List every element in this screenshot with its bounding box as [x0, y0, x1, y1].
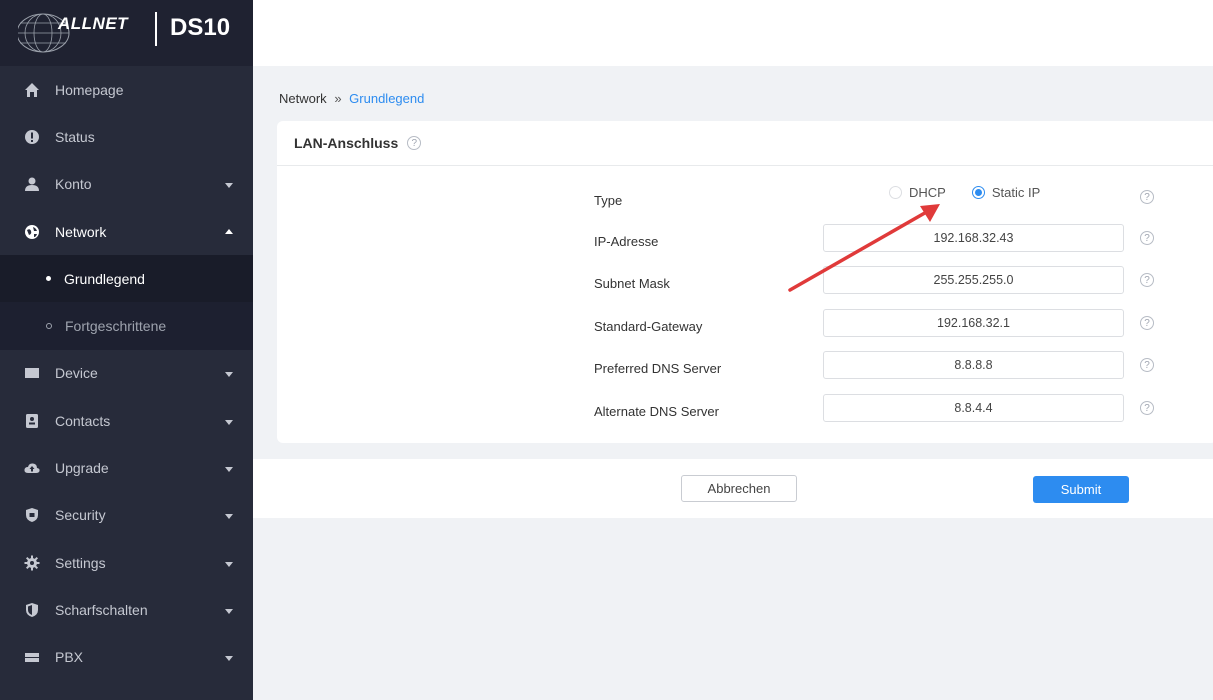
- radio-circle[interactable]: [889, 186, 902, 199]
- preferred-dns-input[interactable]: [823, 351, 1124, 379]
- contacts-icon: [24, 413, 40, 429]
- action-bar: Abbrechen Submit: [253, 459, 1213, 518]
- gateway-input[interactable]: [823, 309, 1124, 337]
- sidebar-subitem-fortgeschrittene[interactable]: Fortgeschrittene: [0, 302, 253, 350]
- form-row-subnet: Subnet Mask ?: [277, 264, 1213, 304]
- sidebar-item-settings[interactable]: Settings: [0, 539, 253, 586]
- card-header: LAN-Anschluss ?: [277, 121, 1213, 166]
- sidebar-subitem-grundlegend[interactable]: Grundlegend: [0, 255, 253, 303]
- alternate-dns-input[interactable]: [823, 394, 1124, 422]
- brand-name: ALLNET: [58, 14, 129, 33]
- help-icon[interactable]: ?: [1140, 190, 1154, 204]
- chevron-down-icon: [225, 372, 233, 378]
- bullet-icon: [46, 323, 52, 330]
- dns1-label: Preferred DNS Server: [594, 361, 722, 376]
- gateway-label: Standard-Gateway: [594, 319, 703, 334]
- sidebar-item-homepage[interactable]: Homepage: [0, 66, 253, 113]
- breadcrumb-separator: »: [334, 91, 342, 106]
- help-icon[interactable]: ?: [1140, 358, 1154, 372]
- chevron-down-icon: [225, 514, 233, 520]
- radio-dhcp[interactable]: DHCP: [889, 185, 946, 200]
- model-name: DS10: [170, 14, 231, 41]
- sidebar-item-security[interactable]: Security: [0, 492, 253, 539]
- chevron-down-icon: [225, 561, 233, 567]
- bullet-icon: [46, 276, 51, 282]
- pbx-icon: [24, 649, 40, 665]
- sidebar-subitem-label: Fortgeschrittene: [65, 318, 167, 335]
- chevron-down-icon: [225, 467, 233, 473]
- gear-icon: [24, 555, 40, 571]
- home-icon: [24, 82, 40, 98]
- chevron-down-icon: [225, 183, 233, 189]
- ip-label: IP-Adresse: [594, 234, 659, 249]
- sidebar-item-label: Scharfschalten: [55, 601, 148, 618]
- radio-label: DHCP: [909, 185, 946, 200]
- sidebar-item-label: Homepage: [55, 81, 124, 98]
- sidebar-item-label: Settings: [55, 554, 106, 571]
- type-radio-group: DHCP Static IP: [889, 185, 1066, 200]
- sidebar-item-label: Device: [55, 365, 98, 382]
- shield-check-icon: [24, 602, 40, 618]
- sidebar-item-pbx[interactable]: PBX: [0, 634, 253, 681]
- card-title: LAN-Anschluss: [294, 135, 399, 151]
- sidebar-item-scharfschalten[interactable]: Scharfschalten: [0, 586, 253, 633]
- sidebar-item-konto[interactable]: Konto: [0, 161, 253, 208]
- cloud-upload-icon: [24, 460, 40, 476]
- help-icon[interactable]: ?: [1140, 401, 1154, 415]
- radio-static-ip[interactable]: Static IP: [971, 185, 1041, 200]
- lan-settings-card: LAN-Anschluss ? Type DHCP Static IP ? IP…: [277, 121, 1213, 443]
- chevron-down-icon: [225, 656, 233, 662]
- form-row-dns1: Preferred DNS Server ?: [277, 349, 1213, 389]
- submit-button[interactable]: Submit: [1033, 476, 1129, 503]
- help-icon[interactable]: ?: [407, 136, 422, 150]
- subnet-label: Subnet Mask: [594, 276, 670, 291]
- breadcrumb-parent[interactable]: Network: [279, 91, 327, 106]
- type-label: Type: [594, 193, 623, 208]
- chevron-down-icon: [225, 419, 233, 425]
- dns2-label: Alternate DNS Server: [594, 404, 719, 419]
- sidebar-item-upgrade[interactable]: Upgrade: [0, 444, 253, 491]
- sidebar-item-label: Status: [55, 128, 95, 145]
- sidebar-item-contacts[interactable]: Contacts: [0, 397, 253, 444]
- alert-icon: [24, 129, 40, 145]
- user-icon: [24, 176, 40, 192]
- help-icon[interactable]: ?: [1140, 231, 1154, 245]
- help-icon[interactable]: ?: [1140, 273, 1154, 287]
- subnet-mask-input[interactable]: [823, 266, 1124, 294]
- help-icon[interactable]: ?: [1140, 316, 1154, 330]
- sidebar-item-network[interactable]: Network: [0, 208, 253, 255]
- ip-address-input[interactable]: [823, 224, 1124, 252]
- form-row-ip: IP-Adresse ?: [277, 222, 1213, 262]
- sidebar-item-label: Network: [55, 223, 107, 240]
- breadcrumb: Network » Grundlegend: [279, 91, 424, 106]
- form-row-type: Type DHCP Static IP ?: [277, 181, 1213, 221]
- sidebar-item-label: Security: [55, 507, 106, 524]
- logo[interactable]: ALLNET DS10: [0, 0, 253, 66]
- shield-icon: [24, 507, 40, 523]
- sidebar-item-label: Contacts: [55, 412, 111, 429]
- sidebar-item-label: Konto: [55, 176, 92, 193]
- radio-circle-checked[interactable]: [971, 186, 985, 199]
- sidebar-item-status[interactable]: Status: [0, 113, 253, 160]
- sidebar-item-label: Upgrade: [55, 460, 109, 477]
- network-icon: [24, 224, 40, 240]
- chevron-up-icon: [225, 228, 233, 234]
- chevron-down-icon: [225, 608, 233, 614]
- logo-divider: [155, 12, 157, 46]
- sidebar-subitem-label: Grundlegend: [64, 270, 145, 287]
- cancel-button[interactable]: Abbrechen: [681, 475, 797, 502]
- sidebar-menu: Homepage Status Konto Network Grundlegen…: [0, 66, 253, 681]
- sidebar-item-device[interactable]: Device: [0, 350, 253, 397]
- sidebar-item-label: PBX: [55, 649, 84, 666]
- top-bar: [253, 0, 1213, 66]
- sidebar: ALLNET DS10 Homepage Status Konto Networ…: [0, 0, 253, 700]
- breadcrumb-current: Grundlegend: [349, 91, 425, 106]
- form-row-gateway: Standard-Gateway ?: [277, 307, 1213, 347]
- form-row-dns2: Alternate DNS Server ?: [277, 392, 1213, 432]
- monitor-icon: [24, 365, 40, 381]
- radio-label: Static IP: [991, 185, 1041, 200]
